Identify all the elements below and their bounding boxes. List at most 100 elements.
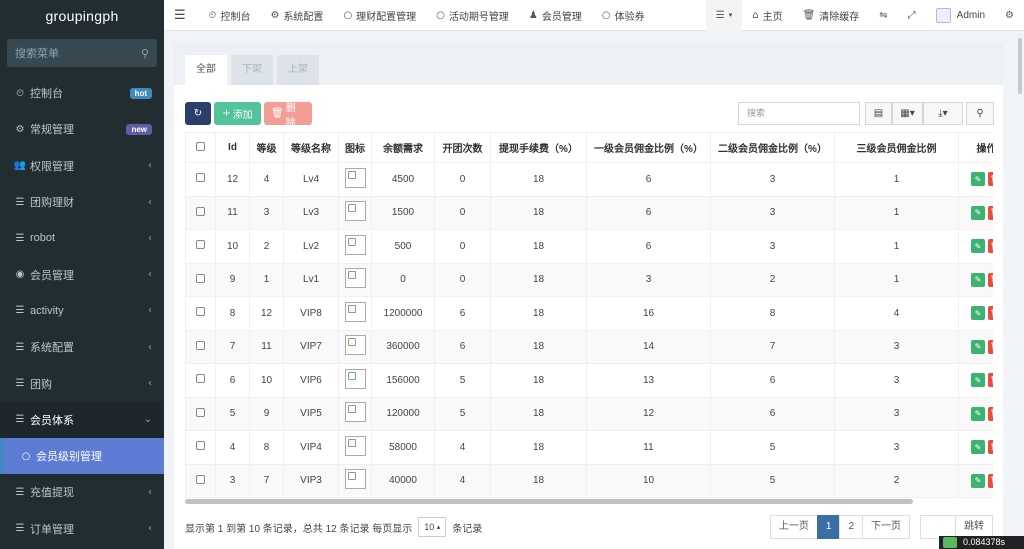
column-header[interactable]: 余额需求 bbox=[371, 132, 435, 163]
edit-pencil-icon[interactable]: ✎ bbox=[971, 339, 985, 354]
sidebar-item[interactable]: ☰ 充值提现 ‹ bbox=[0, 474, 164, 510]
add-button[interactable]: + 添加 bbox=[214, 102, 261, 125]
delete-button[interactable]: 🗑 删除 bbox=[264, 102, 312, 129]
top-nav-link[interactable]: ⚙ 系统配置 bbox=[260, 0, 333, 31]
table-cell: 7 bbox=[215, 329, 250, 364]
sidebar-item[interactable]: ☰ 系统配置 ‹ bbox=[0, 329, 164, 365]
top-nav-link[interactable]: ○ 理财配置管理 bbox=[333, 0, 426, 31]
column-header[interactable]: 一级会员佣金比例（%） bbox=[586, 132, 711, 163]
row-checkbox[interactable] bbox=[196, 374, 205, 384]
edit-pencil-icon[interactable]: ✎ bbox=[971, 373, 985, 388]
table-cell: 0 bbox=[434, 195, 491, 230]
sidebar-item[interactable]: ⏲ 控制台 hot bbox=[0, 75, 164, 111]
tab-all[interactable]: 全部 bbox=[185, 55, 227, 85]
column-header[interactable]: 等级 bbox=[249, 132, 284, 163]
sidebar-item[interactable]: ☰ robot ‹ bbox=[0, 220, 164, 256]
row-checkbox[interactable] bbox=[196, 206, 205, 216]
edit-pencil-icon[interactable]: ✎ bbox=[971, 205, 985, 220]
row-checkbox[interactable] bbox=[196, 407, 205, 417]
row-checkbox[interactable] bbox=[196, 441, 205, 451]
translate-icon[interactable]: ⇋ bbox=[869, 0, 897, 31]
column-header[interactable]: 三级会员佣金比例 bbox=[834, 132, 959, 163]
column-header[interactable]: 等级名称 bbox=[283, 132, 339, 163]
edit-pencil-icon[interactable]: ✎ bbox=[971, 272, 985, 287]
row-checkbox[interactable] bbox=[196, 474, 205, 484]
sidebar-item[interactable]: ☰ 团购理财 ‹ bbox=[0, 184, 164, 220]
row-checkbox[interactable] bbox=[196, 273, 205, 283]
icon-cell bbox=[338, 229, 372, 264]
delete-trash-icon[interactable]: 🗑 bbox=[988, 473, 993, 488]
edit-pencil-icon[interactable]: ✎ bbox=[971, 172, 985, 187]
fullscreen-icon[interactable]: ⤢ bbox=[898, 0, 926, 31]
edit-pencil-icon[interactable]: ✎ bbox=[971, 306, 985, 321]
sidebar-item-label: robot bbox=[30, 232, 56, 245]
row-checkbox[interactable] bbox=[196, 340, 205, 350]
status-tabs: 全部 下架 上架 bbox=[174, 43, 1003, 85]
column-header[interactable]: 操作 bbox=[958, 132, 993, 163]
tab-offline[interactable]: 下架 bbox=[231, 55, 273, 85]
delete-trash-icon[interactable]: 🗑 bbox=[988, 239, 993, 254]
edit-pencil-icon[interactable]: ✎ bbox=[971, 440, 985, 455]
row-checkbox[interactable] bbox=[196, 240, 205, 250]
row-checkbox[interactable] bbox=[196, 173, 205, 183]
select-all-checkbox[interactable] bbox=[196, 141, 205, 151]
sidebar-item[interactable]: 👥 权限管理 ‹ bbox=[0, 148, 164, 184]
sidebar-item[interactable]: ☰ 订单管理 ‹ bbox=[0, 511, 164, 547]
vertical-scrollbar[interactable] bbox=[1018, 38, 1022, 94]
sidebar-item[interactable]: ◉ 会员管理 ‹ bbox=[0, 256, 164, 292]
delete-trash-icon[interactable]: 🗑 bbox=[988, 172, 993, 187]
user-menu[interactable]: Admin bbox=[926, 0, 995, 31]
top-nav-link[interactable]: ♟ 会员管理 bbox=[519, 0, 592, 31]
page-2-button[interactable]: 2 bbox=[839, 515, 863, 539]
next-page-button[interactable]: 下一页 bbox=[862, 515, 910, 539]
table-cell: 12 bbox=[215, 162, 250, 197]
column-header[interactable]: 开团次数 bbox=[434, 132, 491, 163]
page-1-button[interactable]: 1 bbox=[816, 515, 841, 539]
menu-toggle-icon[interactable]: ☰ bbox=[164, 0, 199, 31]
row-actions: ✎🗑 bbox=[958, 229, 993, 264]
delete-trash-icon[interactable]: 🗑 bbox=[988, 205, 993, 220]
brand-logo[interactable]: groupingph bbox=[0, 0, 164, 33]
toggle-view-button[interactable]: ▤ bbox=[865, 102, 892, 125]
delete-trash-icon[interactable]: 🗑 bbox=[988, 440, 993, 455]
delete-trash-icon[interactable]: 🗑 bbox=[988, 272, 993, 287]
sidebar-item[interactable]: ☰ activity ‹ bbox=[0, 293, 164, 329]
home-link[interactable]: ⌂ 主页 bbox=[742, 0, 792, 31]
delete-trash-icon[interactable]: 🗑 bbox=[988, 306, 993, 321]
export-dropdown-button[interactable]: ⤓▾ bbox=[923, 102, 963, 125]
top-nav-link[interactable]: ○ 活动期号管理 bbox=[426, 0, 519, 31]
sidebar-item[interactable]: ○ 会员级别管理 bbox=[0, 437, 164, 475]
top-nav-link[interactable]: ○ 体验券 bbox=[592, 0, 655, 31]
top-nav-link[interactable]: ⏲ 控制台 bbox=[199, 0, 261, 31]
page-size-select[interactable]: 10 ▴ bbox=[418, 517, 447, 537]
tab-online[interactable]: 上架 bbox=[277, 55, 319, 85]
refresh-button[interactable]: ↻ bbox=[185, 102, 211, 125]
column-header[interactable]: 二级会员佣金比例（%） bbox=[710, 132, 835, 163]
row-checkbox[interactable] bbox=[196, 307, 205, 317]
table-search-input[interactable]: 搜索 bbox=[738, 102, 860, 125]
edit-pencil-icon[interactable]: ✎ bbox=[971, 473, 985, 488]
edit-pencil-icon[interactable]: ✎ bbox=[971, 406, 985, 421]
table-cell: 3 bbox=[834, 329, 959, 364]
nav-dropdown-button[interactable]: ☰ ▾ bbox=[705, 0, 743, 31]
column-header[interactable]: 提现手续费（%） bbox=[490, 132, 587, 163]
prev-page-button[interactable]: 上一页 bbox=[769, 515, 818, 539]
edit-pencil-icon[interactable]: ✎ bbox=[971, 239, 985, 254]
leaf-icon bbox=[943, 537, 957, 548]
sidebar-item[interactable]: ⚙ 常规管理 new bbox=[0, 111, 164, 147]
column-header[interactable]: Id bbox=[215, 132, 250, 163]
search-icon[interactable]: ⚲ bbox=[141, 47, 149, 60]
delete-trash-icon[interactable]: 🗑 bbox=[988, 373, 993, 388]
columns-dropdown-button[interactable]: ▦▾ bbox=[892, 102, 923, 125]
sidebar-item[interactable]: ☰ 会员体系 ⌄ bbox=[0, 401, 164, 438]
sidebar-item[interactable]: ☰ 团购 ‹ bbox=[0, 365, 164, 401]
advanced-search-button[interactable]: ⚲ bbox=[966, 102, 994, 125]
delete-trash-icon[interactable]: 🗑 bbox=[988, 339, 993, 354]
table-cell: 1 bbox=[834, 195, 959, 230]
delete-trash-icon[interactable]: 🗑 bbox=[988, 406, 993, 421]
column-header[interactable]: 图标 bbox=[338, 132, 372, 163]
settings-gear-icon[interactable]: ⚙ bbox=[995, 0, 1024, 31]
horizontal-scrollbar[interactable] bbox=[185, 499, 913, 504]
sidebar-search-input[interactable]: 搜索菜单 ⚲ bbox=[7, 39, 157, 67]
clear-cache-link[interactable]: 🗑 清除缓存 bbox=[793, 0, 870, 31]
